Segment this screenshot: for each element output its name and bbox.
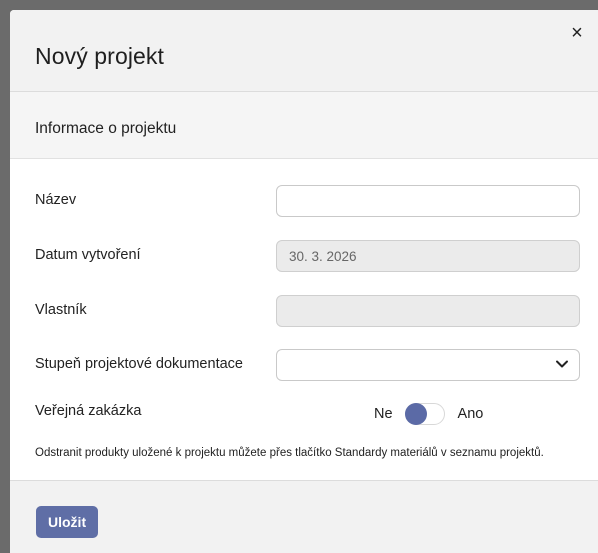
chevron-down-icon [556, 360, 568, 368]
info-note: Odstranit produkty uložené k projektu mů… [35, 447, 544, 459]
close-button[interactable]: × [568, 22, 586, 44]
date-label: Datum vytvoření [35, 247, 141, 263]
save-button[interactable]: Uložit [36, 506, 99, 538]
dialog-title: Nový projekt [35, 43, 165, 69]
dialog-footer: Uložit [10, 480, 598, 553]
creation-date-field [276, 240, 580, 272]
name-label: Název [35, 192, 77, 208]
dialog-header: Nový projekt × [10, 10, 598, 92]
public-contract-toggle-group: Ne Ano [374, 403, 483, 425]
toggle-on-label: Ano [457, 406, 484, 422]
toggle-knob[interactable] [404, 403, 427, 425]
section-header: Informace o projektu [10, 92, 598, 159]
project-stage-select[interactable] [276, 349, 580, 381]
new-project-dialog: Nový projekt × Informace o projektu Náze… [10, 10, 598, 553]
owner-field [276, 295, 580, 327]
name-input[interactable] [276, 185, 580, 217]
toggle-off-label: Ne [374, 406, 393, 422]
stage-label: Stupeň projektové dokumentace [35, 356, 243, 372]
owner-label: Vlastník [35, 302, 87, 318]
public-contract-toggle[interactable] [404, 403, 445, 425]
public-contract-label: Veřejná zakázka [35, 403, 142, 419]
section-title: Informace o projektu [35, 120, 177, 137]
close-icon: × [571, 22, 583, 44]
